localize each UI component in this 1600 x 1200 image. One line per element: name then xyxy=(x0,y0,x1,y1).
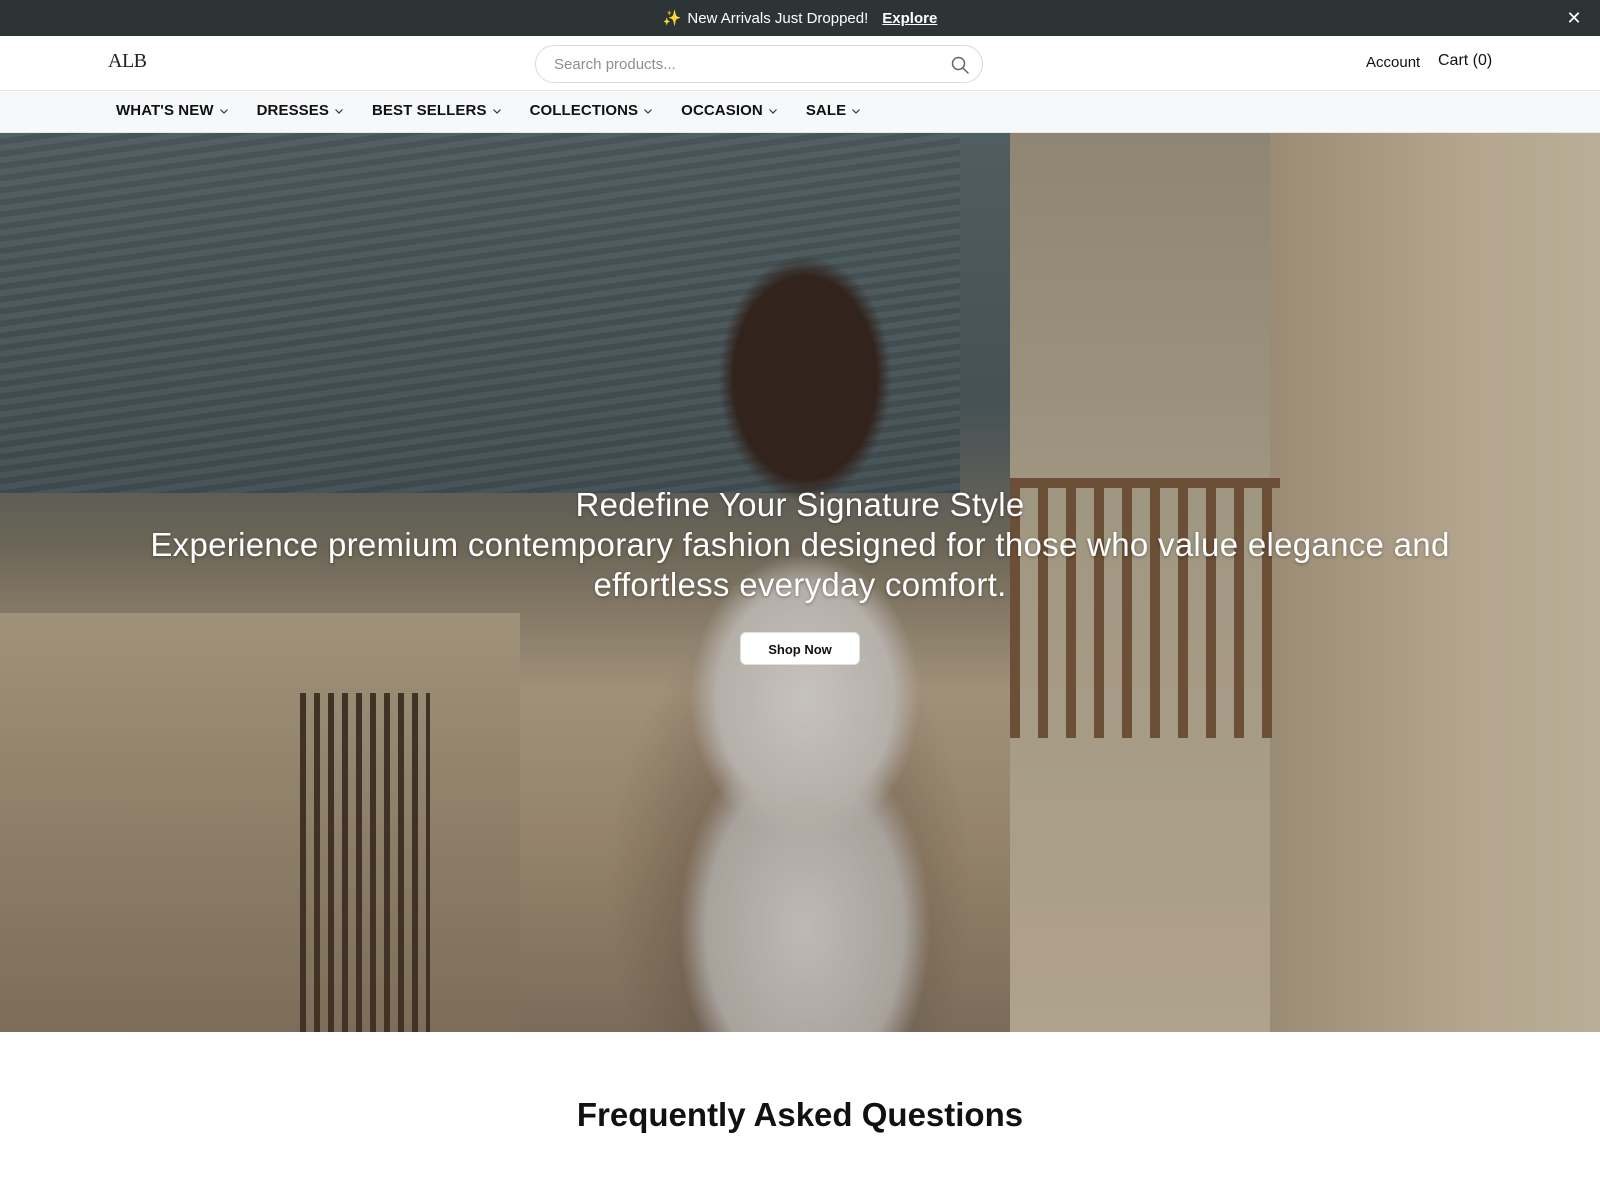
hero-subtitle: Experience premium contemporary fashion … xyxy=(150,526,1450,603)
announcement-text: New Arrivals Just Dropped! xyxy=(687,9,869,27)
logo-text: ALB xyxy=(108,50,147,72)
nav-item-label: WHAT'S NEW xyxy=(116,102,214,119)
nav-item-sale[interactable]: SALE xyxy=(806,102,861,119)
nav-item-label: BEST SELLERS xyxy=(372,102,487,119)
nav-item-best-sellers[interactable]: BEST SELLERS xyxy=(372,102,502,119)
sparkles-icon: ✨ xyxy=(662,10,682,27)
nav-item-whats-new[interactable]: WHAT'S NEW xyxy=(116,102,229,119)
search-input[interactable] xyxy=(552,54,932,74)
nav-item-label: COLLECTIONS xyxy=(529,102,639,119)
logo[interactable]: ALB xyxy=(108,50,152,76)
close-icon[interactable]: ✕ xyxy=(1564,8,1584,28)
nav-item-label: SALE xyxy=(805,102,847,119)
chevron-down-icon xyxy=(852,108,861,114)
faq-heading: Frequently Asked Questions xyxy=(576,1096,1024,1133)
nav-item-dresses[interactable]: DRESSES xyxy=(257,102,344,119)
search-bar xyxy=(535,45,983,83)
chevron-down-icon xyxy=(219,108,228,114)
search-icon[interactable] xyxy=(950,55,970,75)
chevron-down-icon xyxy=(335,108,343,114)
chevron-down-icon xyxy=(768,108,777,114)
nav-item-label: OCCASION xyxy=(681,102,763,119)
nav-item-occasion[interactable]: OCCASION xyxy=(681,102,778,119)
chevron-down-icon xyxy=(644,108,653,114)
nav-item-label: DRESSES xyxy=(256,102,329,119)
explore-link[interactable]: Explore xyxy=(882,10,937,27)
chevron-down-icon xyxy=(492,108,501,114)
hero-content: Redefine Your Signature Style Experience… xyxy=(0,485,1600,665)
shop-now-button[interactable]: Shop Now xyxy=(740,632,860,665)
site-header: ALB Account Cart (0) xyxy=(0,36,1600,91)
hero-title: Redefine Your Signature Style xyxy=(575,486,1025,523)
cart-link[interactable]: Cart (0) xyxy=(1438,52,1492,70)
main-nav: WHAT'S NEW DRESSES BEST SELLERS COLLECTI… xyxy=(0,92,1600,133)
announcement-message: ✨ New Arrivals Just Dropped! Explore xyxy=(662,9,938,28)
nav-item-collections[interactable]: COLLECTIONS xyxy=(530,102,654,119)
hero-banner: Redefine Your Signature Style Experience… xyxy=(0,133,1600,1032)
announcement-bar: ✨ New Arrivals Just Dropped! Explore ✕ xyxy=(0,0,1600,36)
account-link[interactable]: Account xyxy=(1366,54,1420,71)
